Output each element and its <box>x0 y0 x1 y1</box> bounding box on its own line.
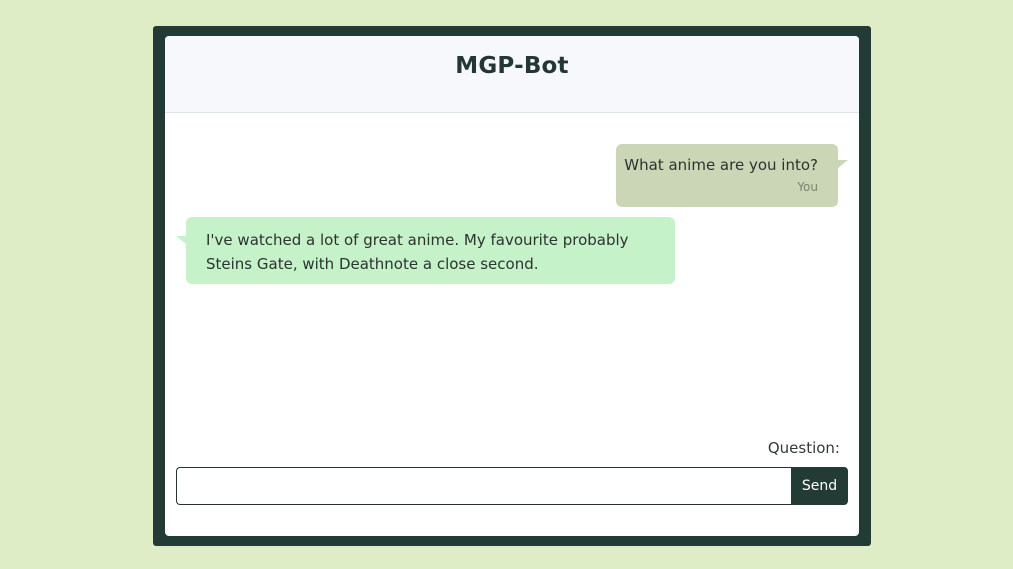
chat-card: MGP-Bot What anime are you into? You I'v… <box>165 36 859 536</box>
send-button[interactable]: Send <box>791 467 848 505</box>
chat-window-frame: MGP-Bot What anime are you into? You I'v… <box>153 26 871 546</box>
bot-message-bubble: I've watched a lot of great anime. My fa… <box>176 217 675 284</box>
chat-header: MGP-Bot <box>165 36 859 113</box>
user-message-text: What anime are you into? <box>624 156 818 174</box>
question-label: Question: <box>767 439 840 457</box>
composer-row: Send <box>176 467 848 505</box>
user-message-sender: You <box>797 180 818 194</box>
page-title: MGP-Bot <box>455 53 569 79</box>
bot-message-text: I've watched a lot of great anime. My fa… <box>206 231 629 273</box>
user-message-bubble: What anime are you into? You <box>616 144 848 207</box>
question-input[interactable] <box>176 467 791 505</box>
